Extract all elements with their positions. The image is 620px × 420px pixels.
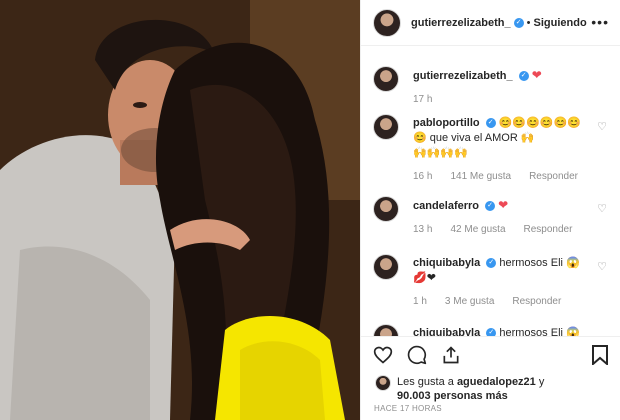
reply-button[interactable]: Responder <box>529 169 578 184</box>
comment-like-heart-icon[interactable]: ♡ <box>597 260 607 273</box>
comment-body: chiquibabyla ✓ hermosos Eli 😱 💋❤ 1 h 3 M… <box>413 256 593 309</box>
comment-body: candelaferro ✓ ❤ 13 h 42 Me gusta Respon… <box>413 198 593 237</box>
header-separator: • <box>526 16 531 29</box>
post-photo[interactable] <box>0 0 360 420</box>
comment-text-cont: 💋❤ <box>413 272 436 284</box>
post-header: gutierrezelizabeth_ ✓ • Siguiendo ••• <box>361 0 620 46</box>
comment-bubble-icon[interactable] <box>407 345 427 365</box>
caption-time[interactable]: 17 h <box>413 92 432 107</box>
action-icons <box>373 345 461 365</box>
post-side-panel: gutierrezelizabeth_ ✓ • Siguiendo ••• gu… <box>360 0 620 420</box>
liker-avatar[interactable] <box>375 375 391 391</box>
author-avatar[interactable] <box>373 8 401 37</box>
comment-meta: 16 h 141 Me gusta Responder <box>413 169 593 184</box>
caption-meta: 17 h <box>413 92 593 107</box>
likes-text: Les gusta a aguedalopez21 y 90.003 perso… <box>375 375 605 403</box>
verified-badge-icon: ✓ <box>513 17 524 28</box>
comment-avatar[interactable] <box>373 324 399 336</box>
comment-time[interactable]: 16 h <box>413 169 432 184</box>
comment-body: pabloportillo ✓ 😊😊😊😊😊😊😊 que viva el AMOR… <box>413 116 593 184</box>
couple-photo-illustration <box>0 0 360 420</box>
likes-count[interactable]: 90.003 personas más <box>397 390 508 402</box>
heart-emoji: ❤ <box>498 198 509 212</box>
comment-likes[interactable]: 42 Me gusta <box>450 222 505 237</box>
comment-like-heart-icon[interactable]: ♡ <box>597 202 607 215</box>
bookmark-icon[interactable] <box>591 345 609 365</box>
comment-time[interactable]: 1 h <box>413 294 427 309</box>
reply-button[interactable]: Responder <box>512 294 561 309</box>
like-heart-icon[interactable] <box>373 345 393 365</box>
comment-meta: 13 h 42 Me gusta Responder <box>413 222 593 237</box>
comment-body: chiquibabyla ✓ hermosos Eli 😱 <box>413 326 593 336</box>
verified-badge-icon: ✓ <box>485 118 496 129</box>
comment-avatar[interactable] <box>373 254 399 280</box>
verified-badge-icon: ✓ <box>485 201 496 212</box>
heart-emoji: ❤ <box>531 68 542 82</box>
likes-summary: Les gusta a aguedalopez21 y 90.003 perso… <box>375 375 605 403</box>
liker-username[interactable]: aguedalopez21 <box>457 376 536 388</box>
comments-list[interactable]: gutierrezelizabeth_ ✓ ❤ 17 h pabloportil… <box>361 58 620 336</box>
following-button[interactable]: Siguiendo <box>534 17 587 29</box>
verified-badge-icon: ✓ <box>486 328 497 336</box>
caption-body: gutierrezelizabeth_ ✓ ❤ 17 h <box>413 68 593 107</box>
author-username[interactable]: gutierrezelizabeth_ <box>411 17 511 29</box>
likes-prefix: Les gusta a <box>397 376 454 388</box>
caption-avatar[interactable] <box>373 66 399 92</box>
comment-like-heart-icon[interactable]: ♡ <box>597 120 607 133</box>
comment-avatar[interactable] <box>373 196 399 222</box>
share-upload-icon[interactable] <box>441 345 461 365</box>
comment-username[interactable]: candelaferro <box>413 200 479 212</box>
caption-username[interactable]: gutierrezelizabeth_ <box>413 70 513 82</box>
comment-meta: 1 h 3 Me gusta Responder <box>413 294 593 309</box>
comment-text: hermosos Eli 😱 <box>499 327 580 336</box>
comment-username[interactable]: pabloportillo <box>413 117 480 129</box>
comment-username[interactable]: chiquibabyla <box>413 327 480 336</box>
comment-text: hermosos Eli 😱 <box>499 257 580 269</box>
comment-time[interactable]: 13 h <box>413 222 432 237</box>
comment-text-cont: 🙌🙌🙌🙌 <box>413 147 468 159</box>
comment-likes[interactable]: 3 Me gusta <box>445 294 494 309</box>
more-horizontal-icon[interactable]: ••• <box>591 14 609 30</box>
verified-badge-icon: ✓ <box>486 258 497 269</box>
author-info: gutierrezelizabeth_ ✓ • Siguiendo <box>411 17 587 29</box>
comment-likes[interactable]: 141 Me gusta <box>450 169 511 184</box>
verified-badge-icon: ✓ <box>518 71 529 82</box>
comment-avatar[interactable] <box>373 114 399 140</box>
reply-button[interactable]: Responder <box>524 222 573 237</box>
post-timestamp[interactable]: HACE 17 HORAS <box>374 404 442 413</box>
likes-and: y <box>538 376 545 388</box>
comment-username[interactable]: chiquibabyla <box>413 257 480 269</box>
